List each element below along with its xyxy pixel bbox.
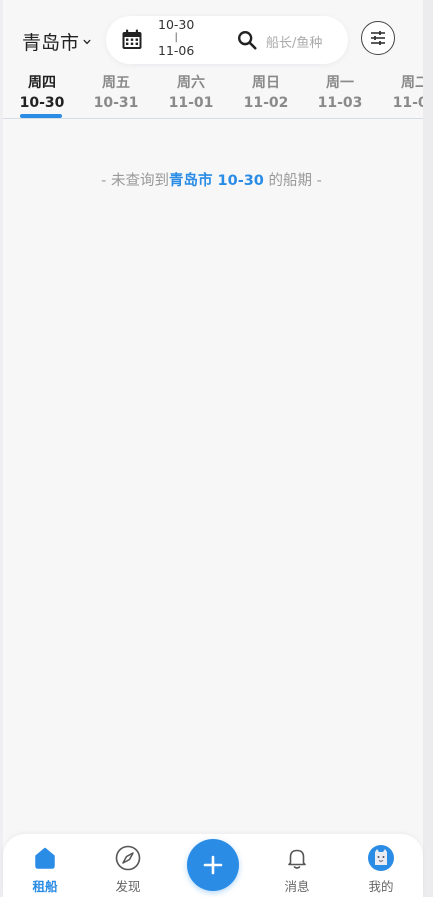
tab-date: 11-04 xyxy=(392,95,423,111)
plus-icon xyxy=(203,855,223,875)
tab-day-0[interactable]: 周四 10-30 xyxy=(12,72,72,112)
tab-weekday: 周四 xyxy=(28,75,56,91)
tab-date: 10-31 xyxy=(93,95,139,111)
tab-weekday: 周二 xyxy=(401,75,423,91)
nav-messages-label: 消息 xyxy=(284,879,310,894)
filter-icon xyxy=(371,31,385,45)
tab-weekday: 周五 xyxy=(102,75,130,91)
city-selector[interactable]: 青岛市 xyxy=(22,28,91,55)
home-icon xyxy=(35,847,55,869)
empty-state-message: - 未查询到青岛市 10-30 的船期 - xyxy=(0,169,423,190)
city-name: 青岛市 xyxy=(22,32,80,54)
add-button[interactable] xyxy=(187,839,239,891)
right-edge xyxy=(423,0,433,897)
search-input[interactable]: 船长/鱼种 xyxy=(266,32,322,51)
nav-discover-label: 发现 xyxy=(115,879,141,894)
nav-home[interactable]: 租船 xyxy=(15,844,75,895)
tab-weekday: 周日 xyxy=(252,75,280,91)
date-start: 10-30 xyxy=(158,17,195,32)
tabs-divider xyxy=(3,118,423,119)
empty-highlight: 青岛市 10-30 xyxy=(168,173,264,189)
nav-mine[interactable]: 我的 xyxy=(351,844,411,895)
avatar xyxy=(368,845,394,871)
search-bar[interactable]: 10-30 | 11-06 船长/鱼种 xyxy=(106,16,348,64)
tab-day-2[interactable]: 周六 11-01 xyxy=(161,72,221,112)
empty-prefix: - 未查询到 xyxy=(101,173,169,189)
tab-day-3[interactable]: 周日 11-02 xyxy=(236,72,296,112)
nav-mine-label: 我的 xyxy=(368,879,394,894)
tab-date: 10-30 xyxy=(19,95,65,111)
chevron-down-icon xyxy=(83,39,91,44)
date-range[interactable]: 10-30 | 11-06 xyxy=(158,18,194,58)
tab-day-1[interactable]: 周五 10-31 xyxy=(86,72,146,112)
compass-icon xyxy=(115,845,141,871)
tab-day-4[interactable]: 周一 11-03 xyxy=(310,72,370,112)
calendar-icon[interactable] xyxy=(120,28,144,52)
day-tabs: 周四 10-30 周五 10-31 周六 11-01 周日 11-02 周一 1… xyxy=(0,72,423,118)
nav-home-label: 租船 xyxy=(32,879,58,894)
nav-messages[interactable]: 消息 xyxy=(267,844,327,895)
tab-date: 11-01 xyxy=(168,95,214,111)
tab-date: 11-02 xyxy=(243,95,289,111)
filter-button[interactable] xyxy=(361,21,395,55)
bell-icon xyxy=(288,849,306,869)
search-icon xyxy=(238,31,257,50)
tab-weekday: 周六 xyxy=(177,75,205,91)
left-edge xyxy=(0,0,3,897)
tab-day-5[interactable]: 周二 11-04 xyxy=(385,72,423,112)
tab-weekday: 周一 xyxy=(326,75,354,91)
empty-suffix: 的船期 - xyxy=(263,173,322,189)
nav-discover[interactable]: 发现 xyxy=(98,844,158,895)
date-end: 11-06 xyxy=(158,43,195,58)
tab-date: 11-03 xyxy=(317,95,363,111)
